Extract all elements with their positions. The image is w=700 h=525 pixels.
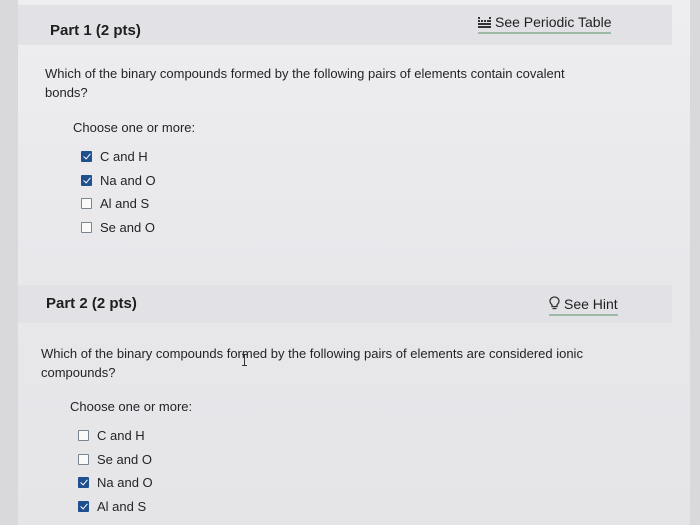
option-label: Se and O <box>97 451 152 467</box>
see-hint-link[interactable]: See Hint <box>549 296 618 316</box>
see-periodic-table-label: See Periodic Table <box>495 14 612 30</box>
part2-checkbox-c-and-h[interactable] <box>78 430 89 442</box>
periodic-table-icon <box>478 15 491 31</box>
part2-option-c-and-h[interactable]: C and H <box>78 424 153 448</box>
part1-checkbox-al-and-s[interactable] <box>81 198 92 210</box>
see-hint-label: See Hint <box>564 296 618 312</box>
part2-checkbox-se-and-o[interactable] <box>78 453 89 465</box>
option-label: Al and S <box>97 498 147 514</box>
lightbulb-icon <box>549 296 560 313</box>
part1-checkbox-na-and-o[interactable] <box>81 174 92 186</box>
see-periodic-table-link[interactable]: See Periodic Table <box>478 14 612 34</box>
option-label: Al and S <box>100 196 150 212</box>
part1-title: Part 1 (2 pts) <box>50 22 141 39</box>
part1-option-na-and-o[interactable]: Na and O <box>81 169 156 193</box>
question-page: Part 1 (2 pts) See Periodic Table Which … <box>18 0 690 525</box>
part1-option-c-and-h[interactable]: C and H <box>81 145 156 169</box>
option-label: Se and O <box>100 219 155 235</box>
part2-title: Part 2 (2 pts) <box>46 295 137 312</box>
part2-question: Which of the binary compounds formed by … <box>41 346 583 380</box>
part1-question: Which of the binary compounds formed by … <box>45 66 565 100</box>
part1-options: C and H Na and O Al and S Se and O <box>81 145 156 239</box>
option-label: C and H <box>97 428 145 444</box>
part2-option-se-and-o[interactable]: Se and O <box>78 448 153 472</box>
part1-choose-label: Choose one or more: <box>73 120 196 135</box>
part2-option-al-and-s[interactable]: Al and S <box>78 495 153 519</box>
part1-option-se-and-o[interactable]: Se and O <box>81 216 156 240</box>
part2-checkbox-al-and-s[interactable] <box>78 500 89 512</box>
part2-choose-label: Choose one or more: <box>70 399 193 414</box>
part2-checkbox-na-and-o[interactable] <box>78 477 89 489</box>
option-label: Na and O <box>97 475 153 491</box>
part1-option-al-and-s[interactable]: Al and S <box>81 192 156 216</box>
part1-checkbox-se-and-o[interactable] <box>81 221 92 233</box>
part1-checkbox-c-and-h[interactable] <box>81 151 92 163</box>
option-label: C and H <box>100 149 148 165</box>
part2-options: C and H Se and O Na and O Al and S <box>78 424 153 518</box>
text-cursor-icon <box>242 354 247 366</box>
part2-option-na-and-o[interactable]: Na and O <box>78 471 153 495</box>
option-label: Na and O <box>100 172 156 188</box>
